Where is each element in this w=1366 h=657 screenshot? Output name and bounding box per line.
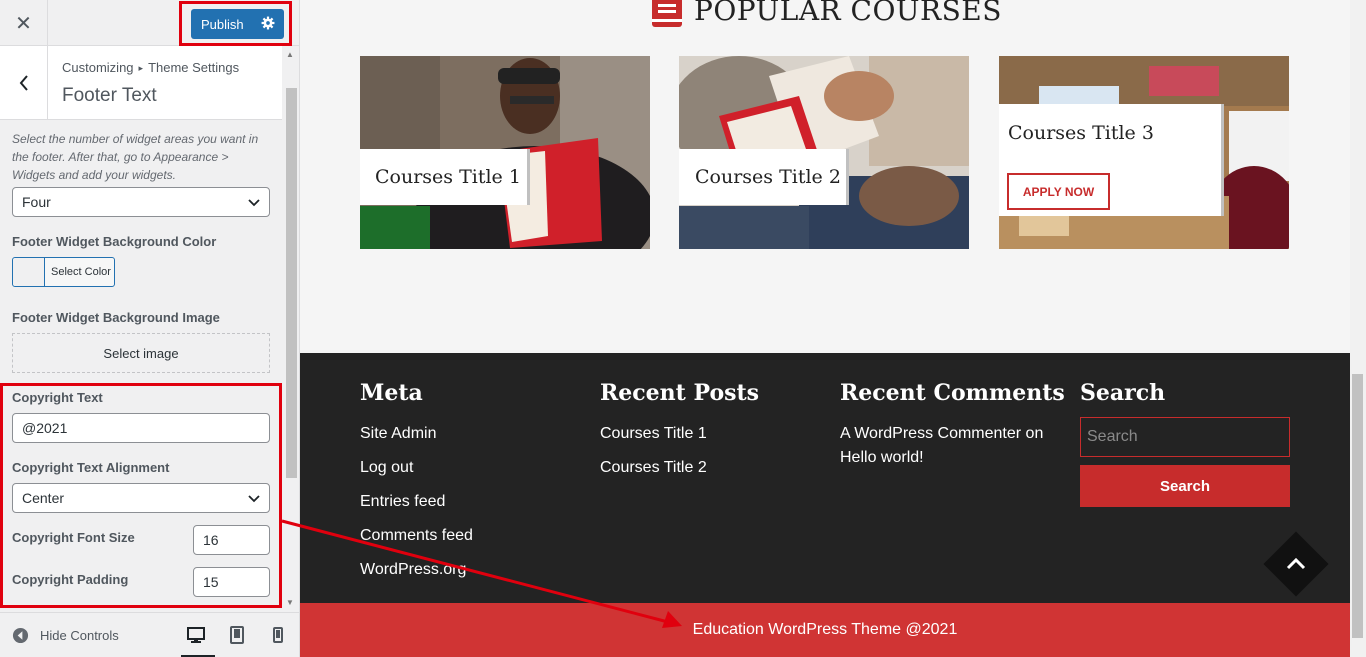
recent-comments-heading: Recent Comments: [840, 380, 1065, 406]
meta-heading: Meta: [360, 380, 423, 406]
course-title-box-2: Courses Title 2: [679, 149, 849, 205]
select-color-button[interactable]: Select Color: [12, 257, 115, 287]
chevron-up-icon: [1286, 557, 1306, 570]
recent-post-link[interactable]: Courses Title 2: [600, 459, 707, 477]
desktop-icon[interactable]: [186, 625, 206, 645]
section-header: Customizing ▸ Theme Settings Footer Text: [0, 46, 282, 120]
meta-link-comments-feed[interactable]: Comments feed: [360, 527, 473, 545]
popular-courses-heading: POPULAR COURSES: [650, 0, 1002, 27]
meta-link-log-out[interactable]: Log out: [360, 459, 413, 477]
course-title-1[interactable]: Courses Title 1: [375, 166, 521, 188]
apply-now-button[interactable]: APPLY NOW: [1007, 173, 1110, 210]
section-title: Footer Text: [62, 85, 157, 106]
meta-link-wordpress-org[interactable]: WordPress.org: [360, 561, 466, 579]
search-input[interactable]: Search: [1080, 417, 1290, 457]
search-heading: Search: [1080, 380, 1166, 406]
mobile-icon[interactable]: [268, 625, 288, 645]
hide-controls-label: Hide Controls: [40, 628, 119, 643]
widget-areas-select[interactable]: Four: [12, 187, 270, 217]
tablet-icon[interactable]: [227, 625, 247, 645]
chevron-left-icon: [19, 74, 28, 91]
hide-controls-button[interactable]: Hide Controls: [12, 627, 119, 644]
footer-widgets: Meta Site Admin Log out Entries feed Com…: [300, 353, 1350, 603]
site-preview: POPULAR COURSES Courses Title 1 Courses …: [300, 0, 1350, 657]
copyright-bar: Education WordPress Theme @2021: [300, 603, 1350, 657]
publish-highlight-box: [179, 1, 292, 46]
copyright-settings-highlight-box: [0, 383, 282, 608]
chevron-down-icon: [248, 199, 260, 207]
breadcrumb: Customizing ▸ Theme Settings: [62, 60, 239, 75]
customizer-sidebar: ✕ Publish Customizing ▸ Theme Settings F…: [0, 0, 300, 657]
color-swatch: [13, 258, 45, 286]
preview-scroll-thumb[interactable]: [1352, 374, 1363, 638]
close-icon: ✕: [15, 12, 32, 35]
select-color-label: Select Color: [51, 266, 111, 278]
recent-post-link[interactable]: Courses Title 1: [600, 425, 707, 443]
course-card-2[interactable]: Courses Title 2: [679, 56, 969, 249]
widget-areas-description: Select the number of widget areas you wa…: [12, 132, 259, 182]
bg-color-label: Footer Widget Background Color: [12, 234, 217, 249]
book-icon: [652, 0, 682, 27]
close-customizer-button[interactable]: ✕: [0, 0, 48, 46]
bg-image-label: Footer Widget Background Image: [12, 310, 220, 325]
course-title-2[interactable]: Courses Title 2: [695, 166, 841, 188]
sidebar-scroll-thumb[interactable]: [286, 88, 297, 478]
recent-comment-line-1[interactable]: A WordPress Commenter on: [840, 425, 1043, 443]
meta-link-entries-feed[interactable]: Entries feed: [360, 493, 445, 511]
course-title-box-3: Courses Title 3 APPLY NOW: [999, 104, 1224, 216]
course-title-3[interactable]: Courses Title 3: [1008, 122, 1154, 144]
copyright-text: Education WordPress Theme @2021: [692, 621, 958, 638]
scroll-up-arrow-icon[interactable]: ▲: [286, 50, 294, 59]
back-button[interactable]: [0, 46, 48, 119]
section-title: POPULAR COURSES: [694, 0, 1002, 27]
scroll-down-arrow-icon[interactable]: ▼: [286, 598, 294, 607]
recent-posts-heading: Recent Posts: [600, 380, 760, 406]
meta-link-site-admin[interactable]: Site Admin: [360, 425, 436, 443]
course-card-1[interactable]: Courses Title 1: [360, 56, 650, 249]
select-image-button[interactable]: Select image: [12, 333, 270, 373]
search-button[interactable]: Search: [1080, 465, 1290, 507]
widget-areas-value: Four: [22, 194, 51, 210]
collapse-arrow-icon: [12, 627, 29, 644]
breadcrumb-separator: ▸: [138, 63, 144, 73]
customizer-footer-bar: Hide Controls: [0, 612, 299, 657]
course-title-box-1: Courses Title 1: [360, 149, 530, 205]
recent-comment-line-2[interactable]: Hello world!: [840, 449, 924, 467]
breadcrumb-parent: Customizing: [62, 60, 134, 75]
course-card-3[interactable]: Courses Title 3 APPLY NOW: [999, 56, 1289, 249]
breadcrumb-current: Theme Settings: [148, 60, 240, 75]
